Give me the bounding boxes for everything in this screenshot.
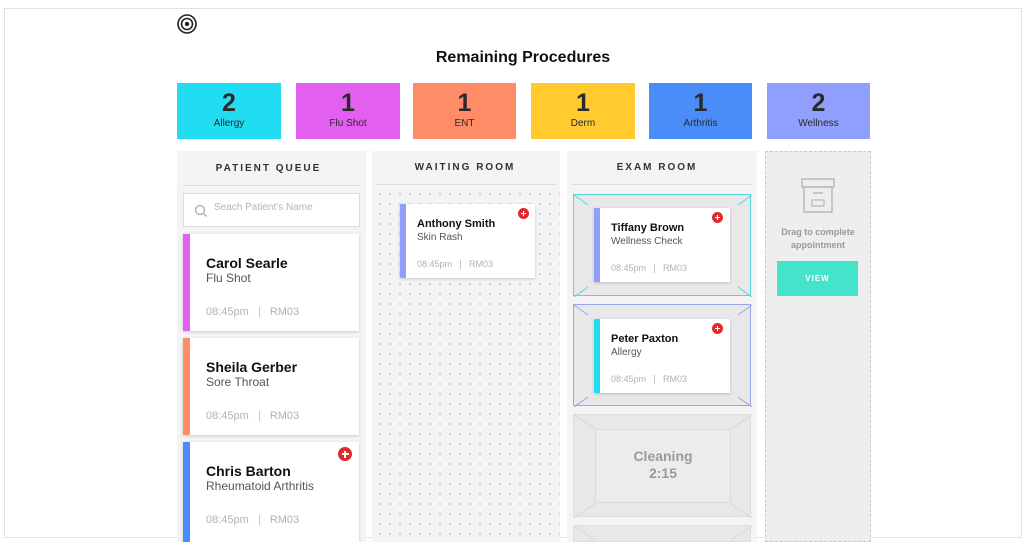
urgent-plus-icon bbox=[712, 212, 723, 223]
queue-card[interactable]: Carol Searle Flu Shot 08:45pm RM03 bbox=[183, 234, 359, 331]
complete-label: Drag to complete appointment bbox=[781, 227, 855, 250]
procedure-tile-ent[interactable]: 1 ENT bbox=[413, 83, 516, 139]
procedure-count: 1 bbox=[693, 89, 708, 117]
patient-name: Sheila Gerber bbox=[206, 359, 298, 375]
patient-search bbox=[183, 193, 360, 227]
procedure-count: 1 bbox=[457, 89, 472, 117]
waiting-card[interactable]: Anthony Smith Skin Rash 08:45pm RM03 bbox=[400, 204, 535, 278]
appointment-meta: 08:45pm RM03 bbox=[417, 259, 494, 270]
queue-card[interactable]: Chris Barton Rheumatoid Arthritis 08:45p… bbox=[183, 442, 359, 542]
patient-name: Chris Barton bbox=[206, 463, 291, 479]
patient-procedure: Rheumatoid Arthritis bbox=[206, 479, 315, 493]
procedure-count: 2 bbox=[811, 89, 826, 117]
cleaning-timer: 2:15 bbox=[648, 465, 678, 481]
procedure-tile-derm[interactable]: 1 Derm bbox=[531, 83, 635, 139]
appointment-meta: 08:45pm RM03 bbox=[206, 514, 299, 526]
urgent-plus-icon bbox=[338, 447, 352, 461]
appointment-time: 08:45pm bbox=[611, 263, 647, 273]
appointment-meta: 08:45pm RM03 bbox=[206, 410, 299, 422]
column-divider bbox=[183, 185, 360, 186]
procedure-color-bar bbox=[183, 442, 190, 542]
procedure-tile-flu-shot[interactable]: 1 Flu Shot bbox=[296, 83, 400, 139]
patient-name: Peter Paxton bbox=[611, 333, 679, 345]
procedure-color-bar bbox=[594, 319, 600, 393]
procedure-tile-allergy[interactable]: 2 Allergy bbox=[177, 83, 281, 139]
search-input[interactable] bbox=[214, 202, 354, 213]
exam-card[interactable]: Tiffany Brown Wellness Check 08:45pm RM03 bbox=[594, 208, 730, 282]
appointment-room: RM03 bbox=[269, 306, 300, 318]
cleaning-status: Cleaning 2:15 bbox=[595, 429, 731, 503]
appointment-room: RM03 bbox=[469, 259, 494, 269]
patient-procedure: Wellness Check bbox=[611, 236, 683, 247]
procedure-color-bar bbox=[594, 208, 600, 282]
urgent-plus-icon bbox=[712, 323, 723, 334]
patient-name: Anthony Smith bbox=[417, 218, 496, 230]
exam-card[interactable]: Peter Paxton Allergy 08:45pm RM03 bbox=[594, 319, 730, 393]
patient-procedure: Sore Throat bbox=[206, 375, 270, 389]
procedure-label: Derm bbox=[570, 118, 596, 129]
patient-procedure: Skin Rash bbox=[417, 232, 463, 243]
procedure-color-bar bbox=[400, 204, 406, 278]
search-icon bbox=[194, 204, 207, 217]
exam-room-header: EXAM ROOM bbox=[616, 162, 698, 173]
cleaning-label: Cleaning bbox=[633, 448, 693, 464]
appointment-time: 08:45pm bbox=[206, 410, 249, 422]
appointment-room: RM03 bbox=[269, 410, 300, 422]
appointment-time: 08:45pm bbox=[206, 306, 249, 318]
exam-room-slot[interactable] bbox=[573, 525, 752, 542]
appointment-meta: 08:45pm RM03 bbox=[611, 263, 688, 274]
room-corner-lines bbox=[574, 526, 752, 541]
queue-card[interactable]: Sheila Gerber Sore Throat 08:45pm RM03 bbox=[183, 338, 359, 435]
patient-name: Tiffany Brown bbox=[611, 222, 685, 234]
appointment-time: 08:45pm bbox=[206, 514, 249, 526]
procedure-label: Wellness bbox=[798, 118, 839, 129]
procedure-tile-arthritis[interactable]: 1 Arthritis bbox=[649, 83, 752, 139]
procedure-count: 1 bbox=[576, 89, 590, 117]
appointment-room: RM03 bbox=[269, 514, 300, 526]
complete-appointment-dropzone[interactable]: Drag to complete appointment VIEW bbox=[765, 151, 871, 542]
page-title: Remaining Procedures bbox=[435, 49, 611, 66]
procedure-label: Arthritis bbox=[683, 118, 718, 129]
appointment-time: 08:45pm bbox=[417, 259, 453, 269]
procedure-color-bar bbox=[183, 234, 190, 331]
procedure-label: ENT bbox=[454, 118, 475, 129]
appointment-meta: 08:45pm RM03 bbox=[611, 374, 688, 385]
patient-queue-header: PATIENT QUEUE bbox=[215, 163, 322, 174]
view-button[interactable]: VIEW bbox=[777, 261, 858, 296]
procedure-count: 1 bbox=[341, 89, 355, 117]
patient-name: Carol Searle bbox=[206, 255, 288, 271]
column-divider bbox=[376, 184, 556, 185]
patient-procedure: Flu Shot bbox=[206, 271, 251, 285]
appointment-time: 08:45pm bbox=[611, 374, 647, 384]
appointment-room: RM03 bbox=[663, 263, 688, 273]
column-divider bbox=[572, 184, 752, 185]
procedure-tile-wellness[interactable]: 2 Wellness bbox=[767, 83, 870, 139]
patient-procedure: Allergy bbox=[611, 347, 642, 358]
procedure-label: Flu Shot bbox=[329, 118, 367, 129]
appointment-room: RM03 bbox=[663, 374, 688, 384]
logo-icon bbox=[177, 14, 197, 34]
procedure-color-bar bbox=[183, 338, 190, 435]
appointment-meta: 08:45pm RM03 bbox=[206, 306, 299, 318]
waiting-room-header: WAITING ROOM bbox=[414, 162, 516, 173]
archive-box-icon bbox=[801, 178, 835, 213]
procedure-label: Allergy bbox=[213, 118, 245, 129]
procedure-count: 2 bbox=[222, 89, 236, 117]
urgent-plus-icon bbox=[518, 208, 529, 219]
